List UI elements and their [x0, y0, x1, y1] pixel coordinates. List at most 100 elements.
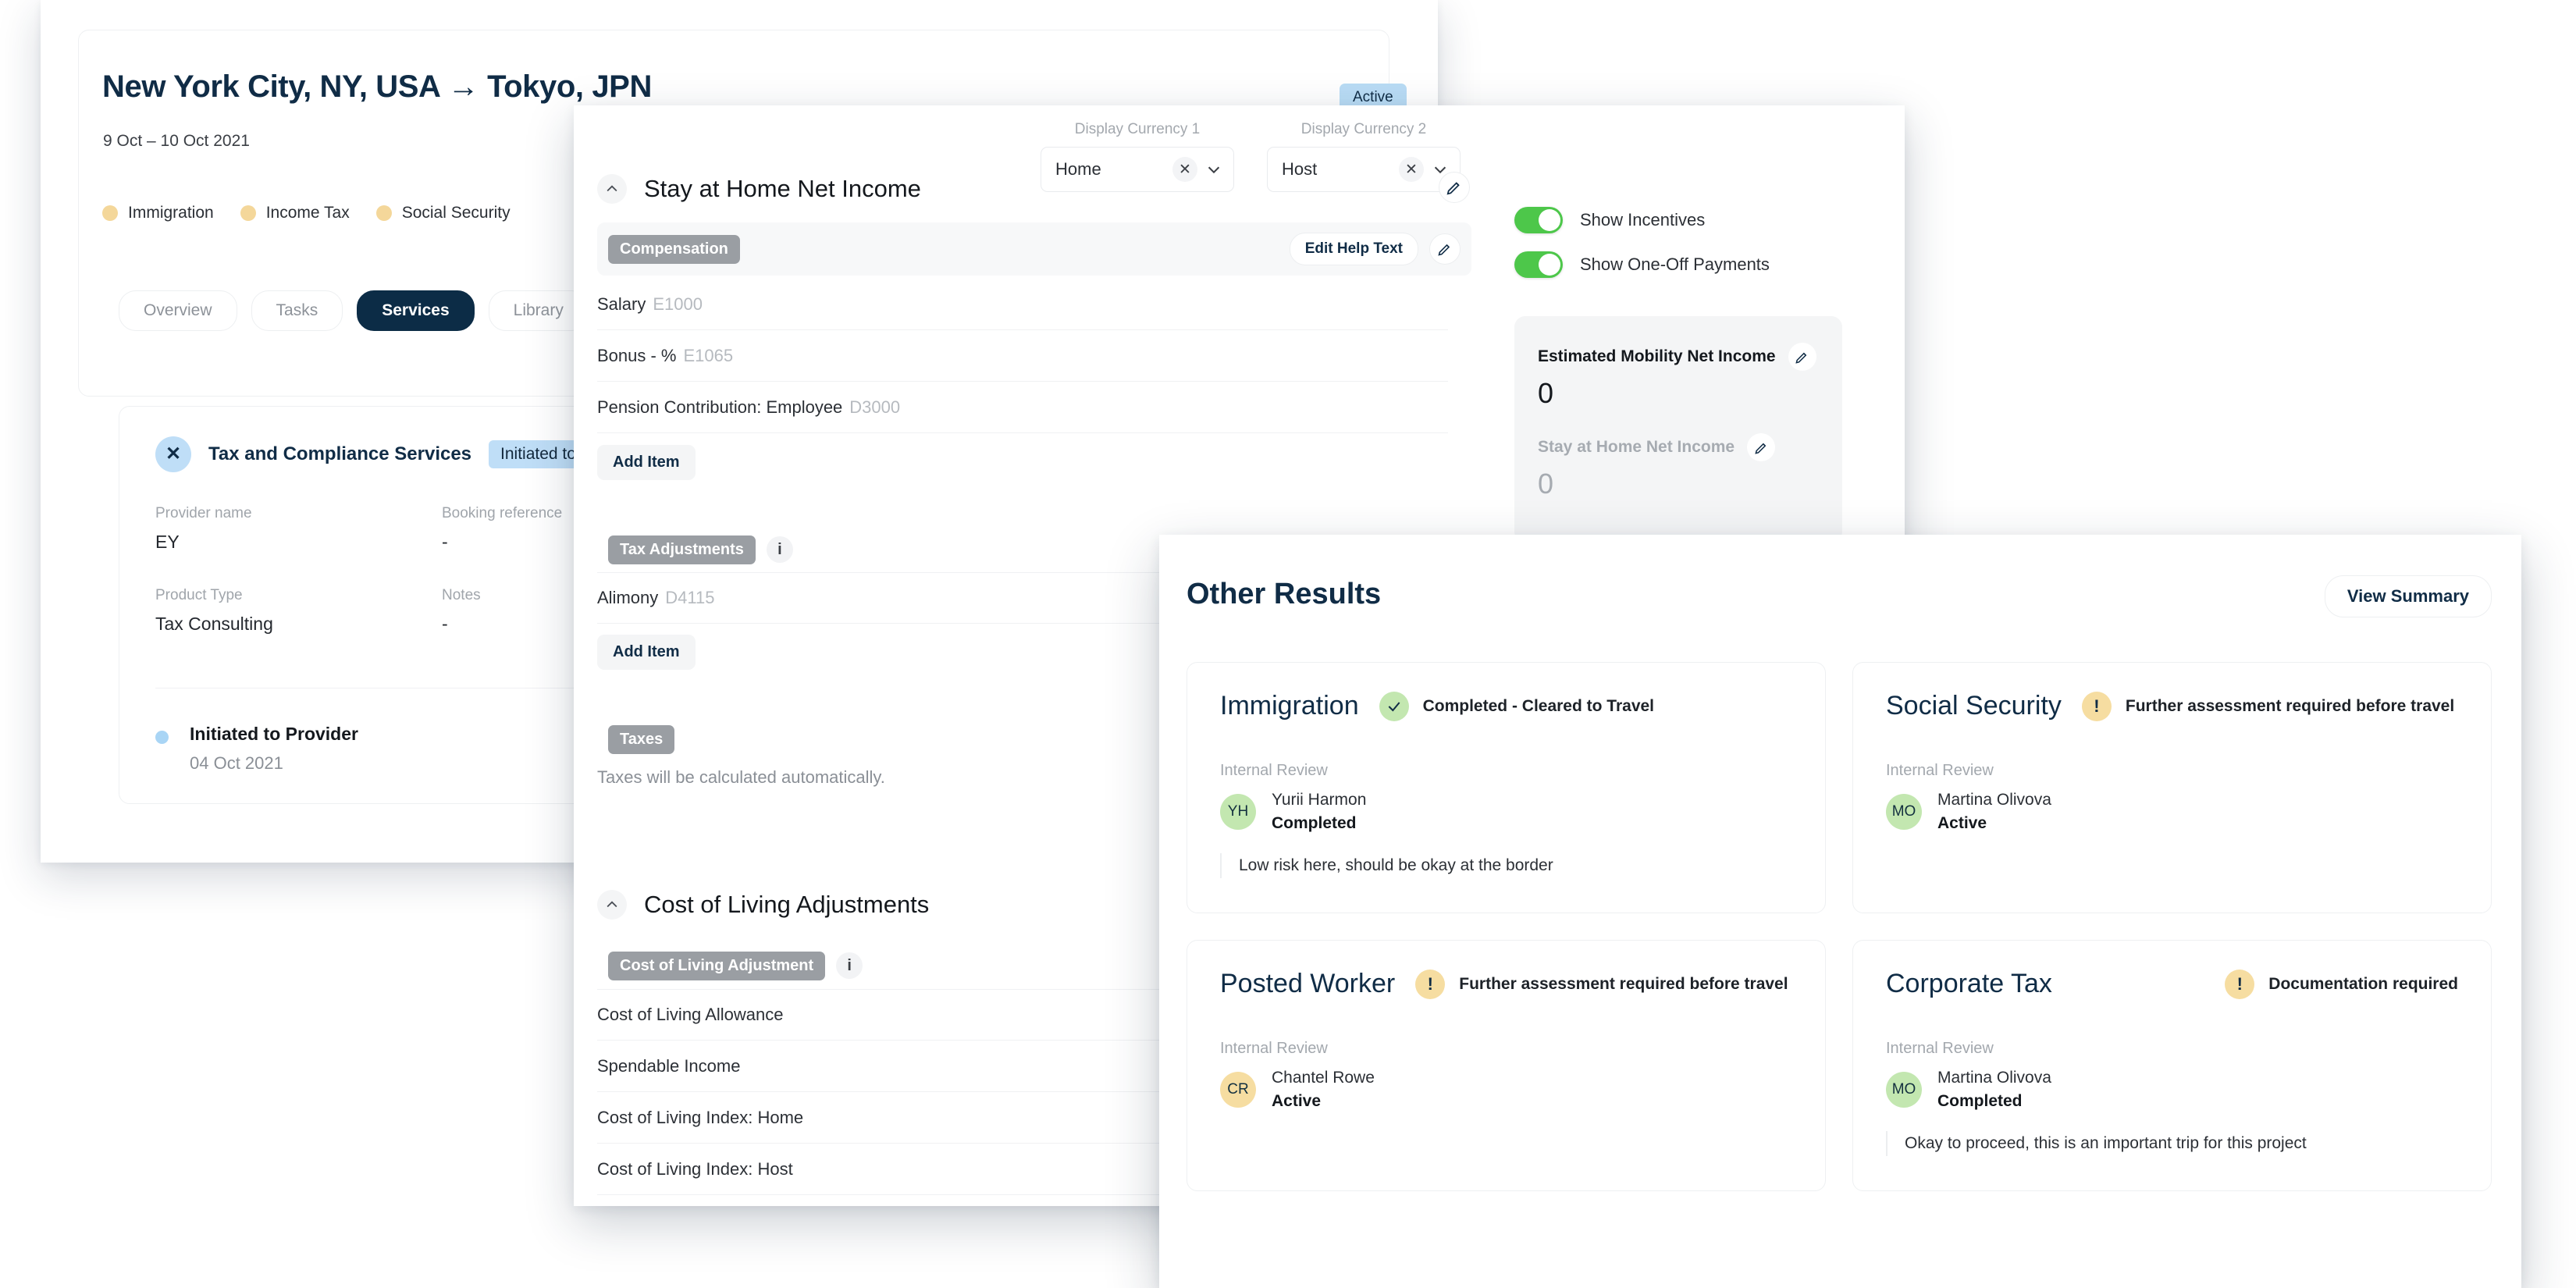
display-currency-2-select[interactable]: Host ✕ — [1267, 147, 1461, 192]
tab-services[interactable]: Services — [357, 290, 475, 331]
chip-immigration: Immigration — [102, 204, 214, 222]
avatar: CR — [1220, 1072, 1256, 1108]
service-status-title: Initiated to Provider — [190, 724, 358, 744]
result-card-corporate-tax: Corporate Tax ! Documentation required I… — [1852, 940, 2492, 1191]
toggle-show-incentives[interactable] — [1514, 207, 1563, 233]
field-value: - — [442, 532, 448, 552]
chevron-down-icon[interactable] — [1205, 161, 1222, 178]
edit-pencil-icon[interactable] — [1429, 233, 1461, 265]
edit-pencil-icon[interactable] — [1439, 172, 1470, 203]
info-icon[interactable]: i — [766, 536, 793, 563]
reviewer-note: Low risk here, should be okay at the bor… — [1220, 853, 1792, 878]
exclamation-icon: ! — [2225, 969, 2255, 999]
trip-dates: 9 Oct – 10 Oct 2021 — [103, 132, 250, 150]
line-item-code: D4115 — [665, 588, 715, 607]
line-item-code: E1000 — [653, 294, 703, 314]
chip-label: Immigration — [128, 204, 214, 222]
info-icon[interactable]: i — [836, 952, 863, 979]
toggle-row-show-one-off-payments: Show One-Off Payments — [1514, 251, 1770, 278]
trip-category-chips: Immigration Income Tax Social Security — [102, 204, 511, 222]
net-income-stay-at-home: Stay at Home Net Income 0 — [1538, 433, 1819, 500]
status-text: Documentation required — [2268, 974, 2458, 993]
result-card-title: Corporate Tax — [1886, 969, 2052, 998]
display-currency-controls: Display Currency 1 Home ✕ Display Curren… — [1041, 121, 1461, 192]
edit-help-text-button[interactable]: Edit Help Text — [1289, 233, 1418, 265]
section-title: Stay at Home Net Income — [644, 175, 921, 202]
group-tag: Taxes — [608, 724, 675, 754]
internal-review-label: Internal Review — [1220, 1040, 1328, 1057]
reviewer-note: Okay to proceed, this is an important tr… — [1886, 1131, 2458, 1156]
tab-tasks[interactable]: Tasks — [251, 290, 343, 331]
group-tag: Compensation — [608, 234, 740, 264]
display-currency-1-block: Display Currency 1 Home ✕ — [1041, 121, 1234, 192]
check-icon — [1379, 691, 1409, 721]
add-item-button-compensation[interactable]: Add Item — [597, 445, 696, 480]
reviewer-name: Martina Olivova — [1937, 791, 2051, 809]
screen: New York City, NY, USA → Tokyo, JPN 9 Oc… — [0, 0, 2576, 1288]
result-card-social-security: Social Security ! Further assessment req… — [1852, 662, 2492, 913]
line-item-salary[interactable]: Salary E1000 — [597, 279, 1448, 330]
reviewer: MO Martina Olivova Active — [1886, 791, 2458, 833]
line-item-bonus[interactable]: Bonus - % E1065 — [597, 330, 1448, 382]
line-item-label: Spendable Income — [597, 1055, 741, 1076]
dot-icon — [102, 205, 118, 221]
field-notes: Notes - — [442, 587, 481, 635]
status-text: Further assessment required before trave… — [2125, 696, 2455, 715]
section-title: Cost of Living Adjustments — [644, 891, 930, 918]
chevron-up-icon[interactable] — [597, 890, 627, 920]
display-currency-1-select[interactable]: Home ✕ — [1041, 147, 1234, 192]
internal-review-label: Internal Review — [1220, 762, 1328, 779]
other-results-title: Other Results — [1187, 578, 1382, 610]
line-item-label: Cost of Living Index: Host — [597, 1158, 793, 1179]
edit-pencil-icon[interactable] — [1747, 433, 1776, 461]
net-income-estimated-mobility: Estimated Mobility Net Income 0 — [1538, 343, 1819, 410]
reviewer: YH Yurii Harmon Completed — [1220, 791, 1792, 833]
section-header-cost-of-living: Cost of Living Adjustments — [597, 890, 929, 920]
display-currency-1-value: Home — [1055, 159, 1101, 179]
internal-review-label: Internal Review — [1886, 1040, 1994, 1057]
line-item-label: Cost of Living Allowance — [597, 1005, 784, 1024]
results-grid: Immigration Completed - Cleared to Trave… — [1187, 662, 2492, 1191]
net-income-value: 0 — [1538, 468, 1554, 500]
toggle-label: Show Incentives — [1580, 210, 1706, 229]
field-booking-reference: Booking reference - — [442, 505, 562, 553]
close-icon[interactable]: ✕ — [1172, 157, 1197, 182]
group-tag: Tax Adjustments — [608, 535, 756, 564]
tab-overview[interactable]: Overview — [119, 290, 237, 331]
line-item-label: Salary — [597, 294, 646, 314]
status-badge: Completed - Cleared to Travel — [1379, 691, 1654, 721]
line-item-label: Bonus - % — [597, 345, 677, 365]
line-item-label: Alimony — [597, 588, 659, 607]
result-card-posted-worker: Posted Worker ! Further assessment requi… — [1187, 940, 1826, 1191]
view-summary-button[interactable]: View Summary — [2324, 575, 2492, 617]
edit-pencil-icon[interactable] — [1788, 343, 1816, 371]
exclamation-icon: ! — [2081, 691, 2112, 721]
line-item-code: E1065 — [683, 345, 734, 365]
reviewer-name: Martina Olivova — [1937, 1069, 2051, 1087]
toggle-show-one-off-payments[interactable] — [1514, 251, 1563, 278]
close-icon[interactable]: ✕ — [1399, 157, 1424, 182]
status-badge: ! Further assessment required before tra… — [2081, 691, 2455, 721]
taxes-note: Taxes will be calculated automatically. — [597, 767, 885, 787]
field-label: Provider name — [155, 505, 252, 521]
chevron-up-icon[interactable] — [597, 174, 627, 204]
field-label: Product Type — [155, 587, 243, 603]
net-income-header: Stay at Home Net Income — [1538, 433, 1819, 461]
field-value: - — [442, 614, 448, 634]
line-item-label: Pension Contribution: Employee — [597, 397, 843, 417]
close-icon[interactable]: ✕ — [155, 436, 191, 472]
field-value: EY — [155, 532, 180, 552]
display-currency-2-label: Display Currency 2 — [1300, 121, 1427, 137]
reviewer: CR Chantel Rowe Active — [1220, 1069, 1792, 1111]
status-text: Further assessment required before trave… — [1459, 974, 1788, 993]
line-item-code: D3000 — [849, 397, 901, 417]
add-item-button-tax-adjustments[interactable]: Add Item — [597, 635, 696, 670]
field-label: Booking reference — [442, 505, 563, 521]
reviewer-state: Completed — [1272, 814, 1357, 832]
result-card-header: Corporate Tax ! Documentation required — [1886, 969, 2458, 999]
line-item-pension-contribution-employee[interactable]: Pension Contribution: Employee D3000 — [597, 382, 1448, 433]
net-income-header: Estimated Mobility Net Income — [1538, 343, 1819, 371]
result-card-header: Social Security ! Further assessment req… — [1886, 691, 2458, 721]
dot-icon — [155, 731, 169, 744]
status-badge: ! Further assessment required before tra… — [1415, 969, 1788, 999]
